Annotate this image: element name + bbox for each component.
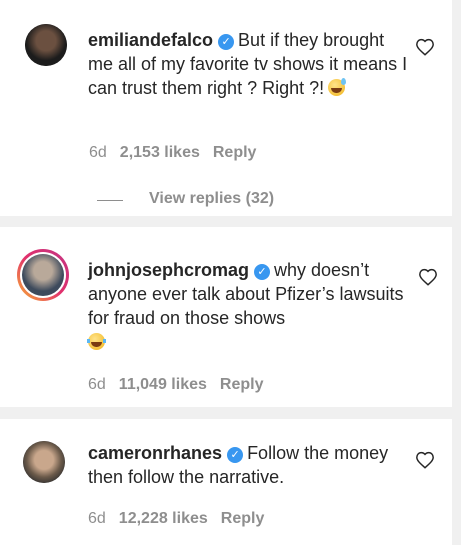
verified-badge-icon: ✓ (227, 447, 244, 463)
username-link[interactable]: emiliandefalco (88, 30, 213, 50)
laughing-crying-emoji-icon (87, 333, 106, 350)
reply-button[interactable]: Reply (220, 376, 264, 393)
avatar[interactable] (23, 441, 65, 483)
username-link[interactable]: cameronrhanes (88, 443, 222, 463)
comment-time: 6d (88, 510, 106, 527)
like-heart-icon[interactable] (415, 38, 435, 56)
comment-text: emiliandefalco ✓ But if they brought me al… (88, 28, 413, 100)
comment-card: emiliandefalco ✓ But if they brought me al… (0, 0, 452, 216)
verified-badge-icon: ✓ (218, 34, 235, 50)
comment-meta: 6d 12,228 likes Reply (88, 509, 277, 529)
verified-badge-icon: ✓ (254, 264, 271, 280)
likes-count[interactable]: 11,049 likes (119, 376, 207, 393)
comment-card: cameronrhanes ✓ Follow the money then foll… (0, 419, 452, 545)
view-replies-divider (97, 200, 123, 201)
comment-text: johnjosephcromag ✓ why doesn’t anyone ever… (87, 258, 418, 354)
sweat-smile-emoji-icon (328, 78, 347, 96)
comment-time: 6d (88, 376, 106, 393)
view-replies-button[interactable]: View replies (32) (149, 190, 274, 208)
comment-text: cameronrhanes ✓ Follow the money then foll… (88, 441, 413, 489)
likes-count[interactable]: 12,228 likes (119, 510, 208, 527)
avatar[interactable] (25, 24, 67, 66)
likes-count[interactable]: 2,153 likes (120, 144, 200, 161)
like-heart-icon[interactable] (418, 268, 438, 286)
comment-card: johnjosephcromag ✓ why doesn’t anyone ever… (0, 227, 452, 407)
reply-button[interactable]: Reply (221, 510, 265, 527)
reply-button[interactable]: Reply (213, 144, 257, 161)
comment-meta: 6d 2,153 likes Reply (89, 143, 269, 163)
comment-time: 6d (89, 144, 107, 161)
avatar[interactable] (17, 249, 69, 301)
username-link[interactable]: johnjosephcromag (88, 260, 249, 280)
like-heart-icon[interactable] (415, 451, 435, 469)
comment-meta: 6d 11,049 likes Reply (88, 375, 276, 395)
